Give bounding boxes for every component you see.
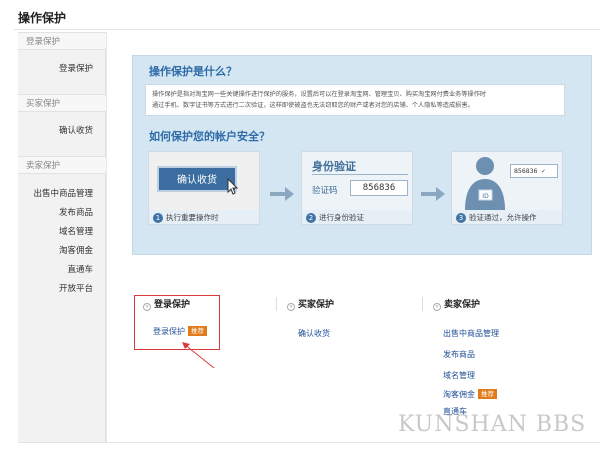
person-id-icon: ID: [465, 157, 505, 210]
step-card-3: ID 856836 ✓ 3 验证通过，允许操作: [451, 151, 563, 225]
watermark: KUNSHAN BBS: [398, 412, 587, 437]
chevron-right-icon: ›: [433, 303, 441, 311]
seller-protect-heading-text: 卖家保护: [444, 300, 481, 310]
sidebar-item-items-on-sale[interactable]: 出售中商品管理: [33, 187, 93, 199]
sidebar-edge: [106, 32, 107, 442]
step-1-caption: 1 执行重要操作时: [149, 210, 259, 224]
seller-link-domain[interactable]: 域名管理: [443, 370, 475, 381]
sidebar-heading-seller: 卖家保护: [18, 156, 106, 174]
step-number: 2: [306, 213, 316, 223]
sidebar-item-domain[interactable]: 域名管理: [59, 225, 93, 237]
chevron-right-icon: ›: [287, 303, 295, 311]
step-2-caption: 2 进行身份验证: [302, 210, 412, 224]
sidebar-item-open-platform[interactable]: 开放平台: [59, 282, 93, 294]
step-card-1: 确认收货 1 执行重要操作时: [148, 151, 260, 225]
step-3-caption: 3 验证通过，允许操作: [452, 210, 562, 224]
sidebar-item-login-protect[interactable]: 登录保护: [59, 62, 93, 74]
sidebar-item-taoke[interactable]: 淘客佣金: [59, 244, 93, 256]
sidebar-heading-buyer: 买家保护: [18, 94, 106, 112]
bottom-divider: [18, 442, 600, 443]
buyer-protect-heading-text: 买家保护: [298, 300, 335, 310]
sidebar-item-confirm-receipt[interactable]: 确认收货: [59, 124, 93, 136]
arrow-right-icon: [270, 187, 294, 201]
sidebar: 登录保护 登录保护 买家保护 确认收货 卖家保护 出售中商品管理 发布商品 域名…: [18, 32, 106, 442]
step-1-illustration: 确认收货: [149, 152, 259, 210]
seller-protect-column: › 卖家保护: [433, 297, 480, 311]
annotation-arrow-icon: [182, 342, 215, 369]
arrow-right-icon: [421, 187, 445, 201]
confirm-receipt-button[interactable]: 确认收货: [157, 166, 237, 192]
intro-banner: 操作保护是什么？ 操作保护是指对淘宝网一些关键操作进行保护的服务，设置后可以在登…: [132, 55, 592, 255]
step-2-illustration: 身份验证 验证码 856836: [302, 152, 412, 210]
sidebar-item-publish-item[interactable]: 发布商品: [59, 206, 93, 218]
description-line: 通过手机、数字证书等方式进行二次验证，这样即使被盗也无法窃取您的财产或者对您的店…: [152, 102, 474, 109]
step-card-2: 身份验证 验证码 856836 2 进行身份验证: [301, 151, 413, 225]
column-divider: [422, 297, 423, 311]
verification-underline: [312, 174, 408, 175]
column-divider: [276, 297, 277, 311]
how-to-heading: 如何保护您的帐户安全？: [149, 130, 270, 143]
step-number: 1: [153, 213, 163, 223]
seller-link-taoke[interactable]: 淘客佣金 推荐: [443, 389, 497, 400]
seller-link-publish-item[interactable]: 发布商品: [443, 349, 475, 360]
code-value: 856836: [350, 180, 408, 196]
code-label: 验证码: [312, 186, 338, 196]
buyer-protect-column: › 买家保护: [287, 297, 334, 311]
step-2-text: 进行身份验证: [319, 213, 364, 222]
seller-protect-heading: › 卖家保护: [433, 297, 480, 311]
page-title: 操作保护: [18, 11, 67, 25]
what-is-heading: 操作保护是什么？: [149, 65, 237, 78]
step-3-text: 验证通过，允许操作: [469, 213, 537, 222]
confirm-receipt-link[interactable]: 确认收货: [298, 328, 330, 339]
step-number: 3: [456, 213, 466, 223]
seller-link-items-on-sale[interactable]: 出售中商品管理: [443, 328, 499, 339]
mouse-cursor-icon: [227, 178, 239, 195]
description-box: 操作保护是指对淘宝网一些关键操作进行保护的服务，设置后可以在登录淘宝网、管理宝贝…: [145, 84, 565, 116]
id-badge-text: ID: [482, 193, 489, 200]
sidebar-item-ztc[interactable]: 直通车: [67, 263, 93, 275]
buyer-protect-heading: › 买家保护: [287, 297, 334, 311]
sidebar-heading-login: 登录保护: [18, 32, 106, 50]
description-line: 操作保护是指对淘宝网一些关键操作进行保护的服务，设置后可以在登录淘宝网、管理宝贝…: [152, 91, 487, 98]
title-divider: [14, 29, 600, 30]
step-3-illustration: ID 856836 ✓: [452, 152, 562, 210]
step-1-text: 执行重要操作时: [166, 213, 219, 222]
seller-link-taoke-text: 淘客佣金: [443, 390, 475, 399]
recommend-badge: 推荐: [478, 389, 497, 399]
verification-title: 身份验证: [312, 160, 356, 173]
verified-code: 856836 ✓: [510, 164, 558, 178]
